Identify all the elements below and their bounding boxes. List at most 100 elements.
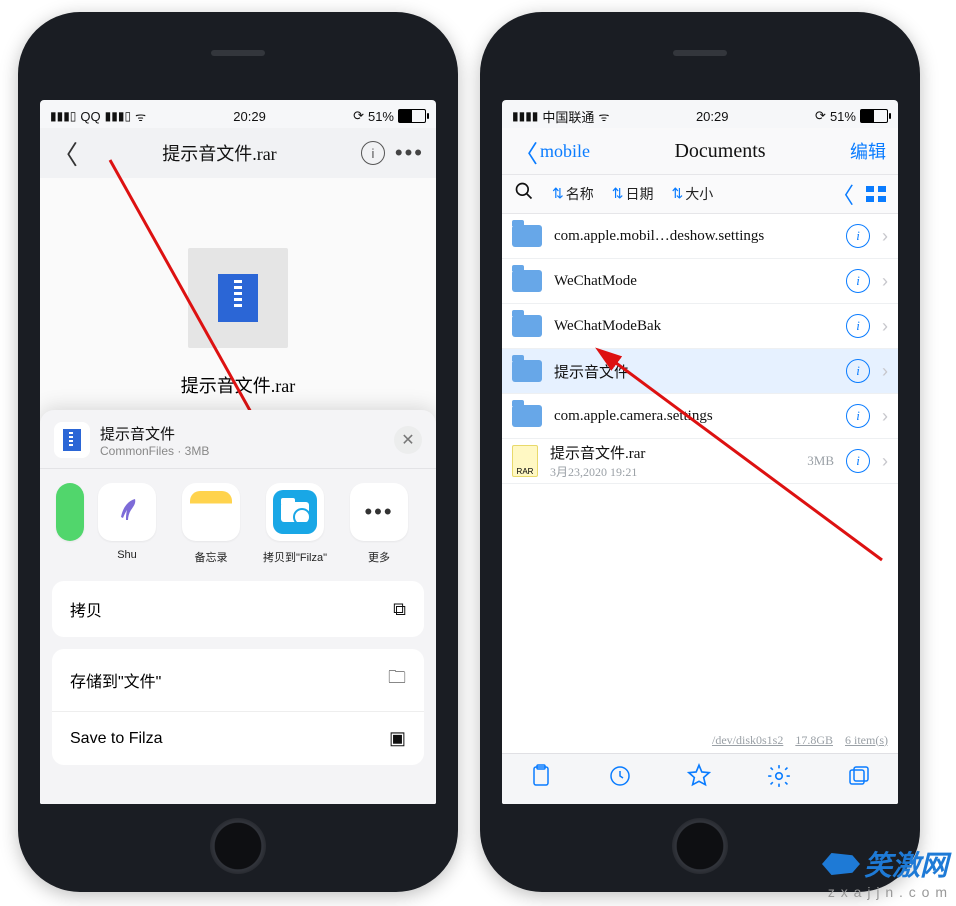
view-mode-button[interactable] [866, 186, 886, 202]
signal-icon: ▮▮▮▮ [512, 109, 538, 123]
signal-icon: ▮▮▮▯ [50, 109, 76, 123]
action-list: 拷贝 ⧉ 存储到"文件" 🗀 Save to Filza ▣ [40, 581, 436, 793]
carrier-label: 中国联通 [542, 107, 594, 126]
activity-more[interactable]: ••• 更多 [343, 483, 415, 565]
action-label: 存储到"文件" [70, 668, 161, 692]
star-icon [686, 763, 712, 789]
sort-toolbar: ⇅名称 ⇅日期 ⇅大小 〈 [502, 174, 898, 214]
signal-icon-2: ▮▮▮▯ [105, 109, 131, 123]
info-button[interactable]: i [846, 314, 870, 338]
zip-icon [218, 274, 258, 322]
list-item[interactable]: WeChatModeBaki› [502, 304, 898, 349]
status-bar: ▮▮▮▮ 中国联通 ᯤ 20:29 ⟳ 51% [502, 100, 898, 128]
carrier-label: QQ [80, 109, 100, 124]
list-item[interactable]: RAR提示音文件.rar3月23,2020 19:213MBi› [502, 439, 898, 484]
sort-label: 日期 [625, 184, 653, 204]
orientation-lock-icon: ⟳ [353, 108, 364, 124]
sort-icon: ⇅ [671, 186, 683, 203]
folder-icon [512, 270, 542, 292]
home-button[interactable] [672, 818, 728, 874]
clipboard-icon [529, 764, 553, 788]
file-name: com.apple.mobil…deshow.settings [554, 228, 764, 244]
chevron-right-icon: › [882, 226, 888, 247]
rar-thumbnail [188, 248, 288, 348]
activity-label: 备忘录 [195, 549, 228, 565]
more-button[interactable]: ••• [395, 140, 424, 166]
action-save-to-files[interactable]: 存储到"文件" 🗀 [52, 649, 424, 711]
activity-shu[interactable]: Shu [91, 483, 163, 561]
wifi-icon: ᯤ [135, 108, 146, 125]
list-item[interactable]: com.apple.mobil…deshow.settings i › [502, 214, 898, 259]
info-button[interactable]: i [846, 269, 870, 293]
close-button[interactable]: ✕ [394, 426, 422, 454]
phone-right: ▮▮▮▮ 中国联通 ᯤ 20:29 ⟳ 51% 〈 mobile Documen… [480, 12, 920, 892]
info-button[interactable]: i [361, 141, 385, 165]
battery-text: 51% [368, 109, 394, 124]
folder-icon [512, 360, 542, 382]
screen-left: ▮▮▮▯ QQ ▮▮▮▯ ᯤ 20:29 ⟳ 51% 〈 提示音文件.rar i… [40, 100, 436, 804]
disk-footer: /dev/disk0s1s2 17.8GB 6 item(s) [502, 727, 898, 753]
collapse-button[interactable]: 〈 [832, 178, 854, 210]
chevron-right-icon: › [882, 361, 888, 382]
info-button[interactable]: i [846, 404, 870, 428]
phone-speaker [673, 50, 727, 56]
activity-filza[interactable]: 拷贝到"Filza" [259, 483, 331, 565]
folder-icon [512, 405, 542, 427]
battery-icon [398, 109, 426, 123]
file-size: 3MB [807, 453, 834, 469]
sort-date-button[interactable]: ⇅日期 [612, 184, 654, 204]
disk-space: 17.8GB [795, 733, 833, 748]
watermark-url: z x a j j n . c o m [828, 884, 948, 900]
action-save-to-filza[interactable]: Save to Filza ▣ [52, 711, 424, 765]
tab-windows[interactable] [847, 764, 871, 795]
activity-row: Shu 备忘录 拷贝到"Filza" ••• 更多 [40, 469, 436, 581]
list-item[interactable]: com.apple.camera.settingsi› [502, 394, 898, 439]
feather-icon [114, 497, 140, 527]
page-title: 提示音文件.rar [88, 140, 351, 166]
search-button[interactable] [514, 181, 534, 207]
fish-icon [822, 853, 860, 875]
app-icon [56, 483, 84, 541]
phone-speaker [211, 50, 265, 56]
tab-clipboard[interactable] [529, 764, 553, 795]
list-item[interactable]: WeChatModei› [502, 259, 898, 304]
back-label: mobile [540, 141, 590, 162]
file-name: 提示音文件.rar [550, 446, 645, 462]
more-icon: ••• [364, 499, 393, 525]
back-button[interactable]: 〈 [52, 135, 78, 172]
nav-bar: 〈 mobile Documents 编辑 [502, 128, 898, 174]
orientation-lock-icon: ⟳ [815, 108, 826, 124]
list-item[interactable]: 提示音文件i› [502, 349, 898, 394]
sort-name-button[interactable]: ⇅名称 [552, 184, 594, 204]
info-button[interactable]: i [846, 359, 870, 383]
back-button[interactable]: 〈 mobile [514, 134, 590, 169]
share-file-icon [54, 422, 90, 458]
file-list[interactable]: com.apple.mobil…deshow.settings i › WeChatM… [502, 214, 898, 727]
notes-icon [190, 491, 232, 533]
share-file-meta: CommonFiles · 3MB [100, 444, 209, 458]
battery-icon [860, 109, 888, 123]
disk-path: /dev/disk0s1s2 [712, 733, 783, 748]
info-button[interactable]: i [846, 224, 870, 248]
home-button[interactable] [210, 818, 266, 874]
activity-prev-app[interactable] [61, 483, 79, 541]
screen-right: ▮▮▮▮ 中国联通 ᯤ 20:29 ⟳ 51% 〈 mobile Documen… [502, 100, 898, 804]
tab-bar [502, 753, 898, 804]
file-name: WeChatModeBak [554, 318, 661, 334]
tab-recent[interactable] [608, 764, 632, 795]
copy-icon: ⧉ [393, 599, 406, 620]
action-copy[interactable]: 拷贝 ⧉ [52, 581, 424, 637]
battery-text: 51% [830, 109, 856, 124]
share-sheet: 提示音文件 CommonFiles · 3MB ✕ Shu [40, 410, 436, 804]
activity-notes[interactable]: 备忘录 [175, 483, 247, 565]
sort-size-button[interactable]: ⇅大小 [671, 184, 713, 204]
watermark-brand: 笑激网 [864, 844, 948, 884]
info-button[interactable]: i [846, 449, 870, 473]
tab-favorites[interactable] [686, 763, 712, 796]
chevron-right-icon: › [882, 406, 888, 427]
share-file-title: 提示音文件 [100, 423, 209, 444]
activity-label: Shu [117, 549, 137, 561]
tab-settings[interactable] [766, 763, 792, 796]
edit-button[interactable]: 编辑 [850, 138, 886, 164]
folder-icon [512, 315, 542, 337]
